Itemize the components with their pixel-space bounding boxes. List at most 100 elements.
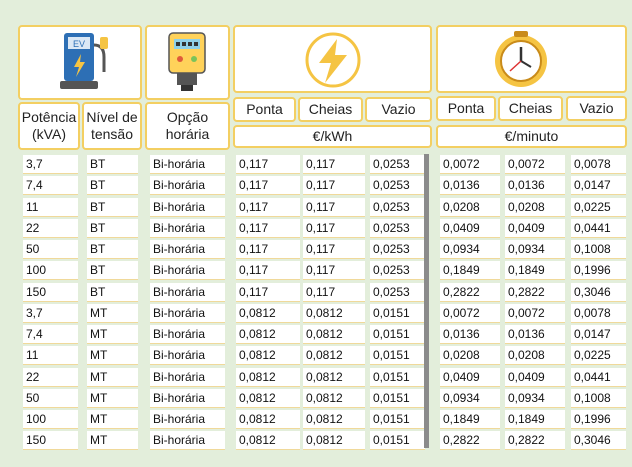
cell-nivel: BT	[87, 282, 138, 302]
cell-energy-ponta: 0,117	[236, 176, 300, 196]
cell-nivel: BT	[87, 218, 138, 238]
cell-energy-ponta: 0,0812	[236, 388, 300, 408]
header-time-ponta: Ponta	[436, 96, 496, 121]
cell-time-cheias: 0,0136	[505, 176, 565, 196]
cell-nivel: BT	[87, 155, 138, 174]
cell-opcao: Bi-horária	[150, 410, 225, 429]
cell-potencia: 3,7	[23, 155, 78, 174]
cell-energy-ponta: 0,117	[236, 155, 300, 174]
cell-potencia: 22	[23, 218, 78, 238]
cell-energy-vazio: 0,0151	[370, 431, 425, 451]
cell-energy-ponta: 0,117	[236, 218, 300, 238]
cell-nivel: BT	[87, 240, 138, 259]
cell-potencia: 11	[23, 346, 78, 366]
cell-opcao: Bi-horária	[150, 197, 225, 217]
cell-potencia: 22	[23, 367, 78, 387]
header-energy-ponta: Ponta	[233, 97, 296, 122]
cell-opcao: Bi-horária	[150, 346, 225, 366]
cell-time-vazio: 0,0078	[571, 303, 626, 323]
cell-time-ponta: 0,0934	[440, 240, 500, 259]
cell-opcao: Bi-horária	[150, 303, 225, 323]
bolt-icon-box	[233, 25, 432, 93]
cell-time-ponta: 0,2822	[440, 431, 500, 451]
cell-energy-vazio: 0,0253	[370, 155, 425, 174]
cell-energy-vazio: 0,0151	[370, 388, 425, 408]
cell-time-vazio: 0,0147	[571, 176, 626, 196]
cell-time-ponta: 0,0072	[440, 303, 500, 323]
cell-potencia: 150	[23, 282, 78, 302]
cell-time-vazio: 0,0441	[571, 218, 626, 238]
header-nivel-label: Nível de tensão	[86, 109, 138, 142]
cell-time-ponta: 0,0208	[440, 346, 500, 366]
cell-energy-vazio: 0,0151	[370, 367, 425, 387]
cell-energy-cheias: 0,0812	[303, 325, 365, 344]
cell-energy-cheias: 0,117	[303, 240, 365, 259]
cell-time-vazio: 0,3046	[571, 431, 626, 451]
cell-time-vazio: 0,0441	[571, 367, 626, 387]
header-nivel: Nível de tensão	[82, 102, 142, 150]
cell-energy-cheias: 0,117	[303, 176, 365, 196]
cell-energy-ponta: 0,117	[236, 282, 300, 302]
cell-energy-cheias: 0,0812	[303, 303, 365, 323]
header-time-cheias-label: Cheias	[508, 100, 553, 116]
cell-energy-cheias: 0,0812	[303, 410, 365, 429]
cell-energy-cheias: 0,117	[303, 197, 365, 217]
cell-time-cheias: 0,0072	[505, 155, 565, 174]
cell-time-ponta: 0,0072	[440, 155, 500, 174]
header-potencia-label: Potência (kVA)	[21, 109, 77, 142]
cell-time-ponta: 0,2822	[440, 282, 500, 302]
cell-potencia: 7,4	[23, 176, 78, 196]
header-time-vazio-label: Vazio	[579, 100, 614, 116]
cell-nivel: MT	[87, 388, 138, 408]
cell-opcao: Bi-horária	[150, 176, 225, 196]
cell-time-cheias: 0,0934	[505, 388, 565, 408]
cell-opcao: Bi-horária	[150, 261, 225, 281]
cell-energy-vazio: 0,0253	[370, 261, 425, 281]
cell-time-ponta: 0,0136	[440, 325, 500, 344]
cell-time-vazio: 0,1008	[571, 240, 626, 259]
cell-time-cheias: 0,0208	[505, 346, 565, 366]
header-energy-unit: €/kWh	[233, 125, 432, 148]
ev-label: EV	[73, 39, 85, 49]
cell-potencia: 3,7	[23, 303, 78, 323]
cell-time-vazio: 0,0147	[571, 325, 626, 344]
cell-time-cheias: 0,0409	[505, 218, 565, 238]
cell-energy-vazio: 0,0151	[370, 303, 425, 323]
cell-time-vazio: 0,1996	[571, 261, 626, 281]
cell-energy-ponta: 0,0812	[236, 367, 300, 387]
cell-energy-cheias: 0,117	[303, 282, 365, 302]
lightning-bolt-icon	[305, 32, 361, 88]
cell-nivel: MT	[87, 346, 138, 366]
header-time-unit: €/minuto	[436, 125, 627, 148]
cell-energy-cheias: 0,117	[303, 155, 365, 174]
cell-nivel: MT	[87, 325, 138, 344]
cell-opcao: Bi-horária	[150, 282, 225, 302]
cell-time-ponta: 0,1849	[440, 261, 500, 281]
cell-time-vazio: 0,0225	[571, 346, 626, 366]
cell-energy-cheias: 0,117	[303, 218, 365, 238]
cell-opcao: Bi-horária	[150, 155, 225, 174]
cell-potencia: 100	[23, 410, 78, 429]
cell-potencia: 7,4	[23, 325, 78, 344]
cell-energy-ponta: 0,0812	[236, 346, 300, 366]
cell-energy-vazio: 0,0253	[370, 176, 425, 196]
cell-energy-cheias: 0,0812	[303, 431, 365, 451]
cell-time-cheias: 0,1849	[505, 261, 565, 281]
cell-time-cheias: 0,0072	[505, 303, 565, 323]
cell-energy-ponta: 0,117	[236, 261, 300, 281]
cell-nivel: BT	[87, 176, 138, 196]
header-energy-ponta-label: Ponta	[246, 101, 283, 117]
cell-energy-vazio: 0,0151	[370, 346, 425, 366]
cell-opcao: Bi-horária	[150, 218, 225, 238]
cell-energy-ponta: 0,0812	[236, 431, 300, 451]
cell-time-vazio: 0,0225	[571, 197, 626, 217]
header-energy-cheias: Cheias	[298, 97, 363, 122]
cell-time-cheias: 0,0136	[505, 325, 565, 344]
cell-energy-ponta: 0,117	[236, 240, 300, 259]
cell-potencia: 100	[23, 261, 78, 281]
charger-icon-box: EV	[18, 25, 142, 100]
cell-time-cheias: 0,0208	[505, 197, 565, 217]
cell-nivel: MT	[87, 367, 138, 387]
cell-energy-vazio: 0,0253	[370, 197, 425, 217]
cell-time-cheias: 0,2822	[505, 282, 565, 302]
